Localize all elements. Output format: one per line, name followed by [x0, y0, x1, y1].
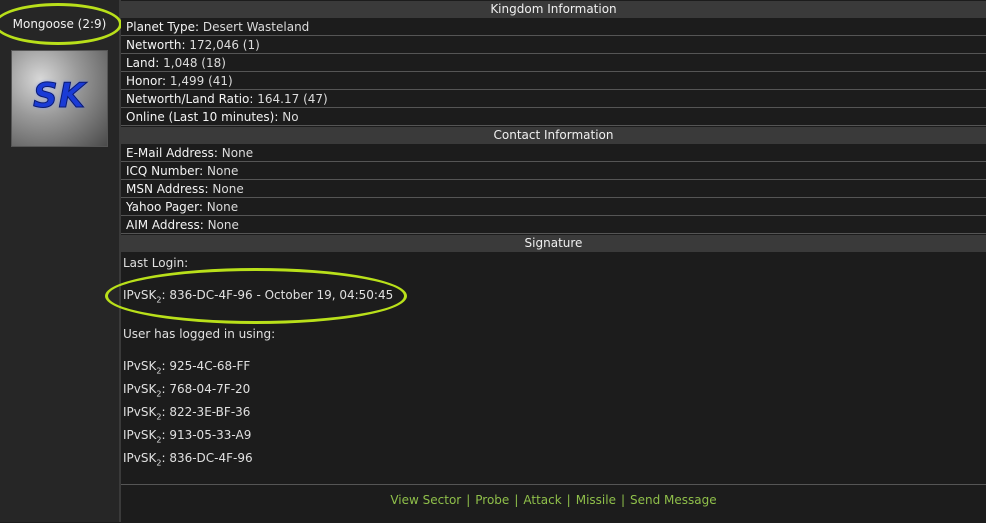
action-links: View Sector | Probe | Attack | Missile | Send Me…: [121, 484, 986, 523]
probe-link[interactable]: Probe: [475, 493, 509, 507]
contact-row-icq: ICQ Number: None: [121, 163, 986, 180]
contact-info-header: Contact Information: [121, 127, 986, 144]
kingdom-row-honor: Honor: 1,499 (41): [121, 73, 986, 90]
contact-row-msn: MSN Address: None: [121, 181, 986, 198]
link-separator: |: [466, 493, 471, 507]
ip-entry: IPvSK2: 925-4C-68-FF: [123, 359, 251, 376]
attack-link[interactable]: Attack: [523, 493, 561, 507]
avatar-logo-text: SK: [33, 76, 86, 117]
ip-entry: IPvSK2: 836-DC-4F-96: [123, 451, 253, 468]
ip-entry: IPvSK2: 768-04-7F-20: [123, 382, 251, 399]
ip-entry: IPvSK2: 913-05-33-A9: [123, 428, 252, 445]
contact-row-aim: AIM Address: None: [121, 217, 986, 234]
contact-row-yahoo: Yahoo Pager: None: [121, 199, 986, 216]
kingdom-row-networth-land-ratio: Networth/Land Ratio: 164.17 (47): [121, 91, 986, 108]
view-sector-link[interactable]: View Sector: [390, 493, 461, 507]
kingdom-row-networth: Networth: 172,046 (1): [121, 37, 986, 54]
ip-entry: IPvSK2: 822-3E-BF-36: [123, 405, 251, 422]
link-separator: |: [514, 493, 519, 507]
profile-sidebar: Mongoose (2:9) SK: [0, 0, 122, 522]
signature-header: Signature: [121, 235, 986, 252]
username-highlight-circle: [0, 3, 122, 45]
profile-main: Kingdom Information Planet Type: Desert …: [105, 0, 986, 523]
logged-in-using-label: User has logged in using:: [123, 327, 276, 341]
last-login-highlight-circle: [105, 268, 407, 324]
missile-link[interactable]: Missile: [576, 493, 616, 507]
last-login-label: Last Login:: [123, 256, 189, 270]
kingdom-row-online: Online (Last 10 minutes): No: [121, 109, 986, 126]
contact-row-email: E-Mail Address: None: [121, 145, 986, 162]
avatar: SK: [11, 50, 108, 147]
link-separator: |: [566, 493, 571, 507]
kingdom-info-header: Kingdom Information: [121, 1, 986, 18]
kingdom-row-planet-type: Planet Type: Desert Wasteland: [121, 19, 986, 36]
send-message-link[interactable]: Send Message: [630, 493, 717, 507]
kingdom-row-land: Land: 1,048 (18): [121, 55, 986, 72]
link-separator: |: [620, 493, 626, 507]
